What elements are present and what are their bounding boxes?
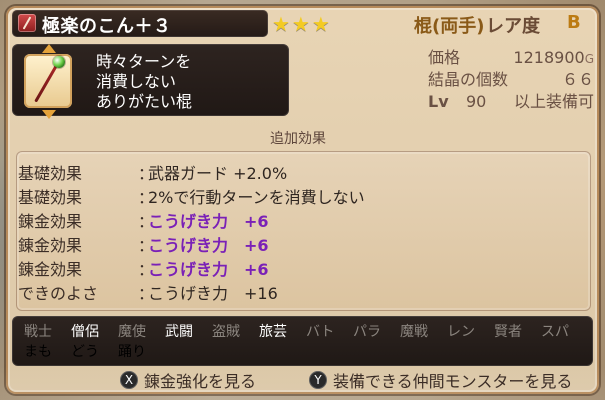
view-alchemy-label: 錬金強化を見る [144,372,257,391]
effect-row: 錬金効果 ： こうげき力 +6 [18,208,568,232]
staff-item-icon [18,14,36,32]
level-value: 90 [466,92,487,111]
class-item: バト [306,324,335,340]
item-description: 時々ターンを 消費しない ありがたい棍 [96,52,281,112]
price-value: 1218900G [513,47,594,70]
description-line: 消費しない [96,72,177,91]
class-item: 武闘 [165,324,193,340]
view-equippable-monsters-button[interactable]: Y 装備できる仲間モンスターを見る [309,368,572,392]
thumbnail-down-arrow-icon[interactable] [42,110,56,119]
item-title: 極楽のこん＋３ [42,16,172,37]
effect-value: こうげき力 +6 [148,236,269,255]
price-number: 1218900 [513,48,585,67]
item-stats: 価格 1218900G 結晶の個数 ６６ Lv 90 以上装備可 [428,47,594,113]
class-item: どう [71,344,99,360]
view-equippable-monsters-label: 装備できる仲間モンスターを見る [333,372,573,391]
rarity-stars: ★★★ [272,12,332,36]
rarity-value: B [567,12,581,33]
effect-value: こうげき力 +6 [148,260,269,279]
effect-value: 2%で行動ターンを消費しない [148,188,365,207]
effect-label: 基礎効果 [18,188,83,207]
class-item: 魔戦 [400,324,428,340]
view-alchemy-button[interactable]: X 錬金強化を見る [120,368,256,392]
effect-value: こうげき力 +16 [148,284,278,303]
price-row: 価格 1218900G [428,47,594,69]
staff-gem-icon [53,56,65,68]
class-item: 賢者 [494,324,522,340]
class-item: 魔使 [118,324,146,340]
thumbnail-up-arrow-icon[interactable] [42,44,56,53]
class-item: 盗賊 [212,324,240,340]
level-row: Lv 90 以上装備可 [428,91,594,113]
effect-row: できのよさ ： こうげき力 +16 [18,280,568,304]
class-item: 僧侶 [71,324,99,340]
class-item: レン [447,324,475,340]
crystal-label: 結晶の個数 [428,70,509,89]
effect-row: 基礎効果 ： 武器ガード +2.0% [18,160,568,184]
effect-row: 錬金効果 ： こうげき力 +6 [18,256,568,280]
effect-value: 武器ガード +2.0% [148,164,288,183]
class-item: スパ [541,324,569,340]
effects-section-title: 追加効果 [270,131,326,147]
effect-label: 基礎効果 [18,164,83,183]
class-item: まも [24,344,52,360]
rarity-label: レア度 [486,16,540,37]
description-line: 時々ターンを [96,52,192,71]
class-item: パラ [353,324,381,340]
effect-label: 錬金効果 [18,260,83,279]
effect-label: できのよさ [18,284,99,303]
crystal-value: ６６ [561,70,594,89]
y-button-icon: Y [309,371,327,389]
level-requirement: 以上装備可 [513,92,594,111]
x-button-icon: X [120,371,138,389]
effect-row: 錬金効果 ： こうげき力 +6 [18,232,568,256]
description-line: ありがたい棍 [96,92,193,111]
crystal-row: 結晶の個数 ６６ [428,69,594,91]
class-item: 踊り [118,344,146,360]
class-item: 旅芸 [259,324,287,340]
effect-label: 錬金効果 [18,236,83,255]
weapon-type: 棍(両手) [414,16,485,37]
price-label: 価格 [428,48,461,67]
class-item: 戦士 [24,324,52,340]
level-label: Lv [428,92,449,111]
effect-label: 錬金効果 [18,212,83,231]
effect-row: 基礎効果 ： 2%で行動ターンを消費しない [18,184,568,208]
currency-label: G [584,52,594,66]
effect-value: こうげき力 +6 [148,212,269,231]
